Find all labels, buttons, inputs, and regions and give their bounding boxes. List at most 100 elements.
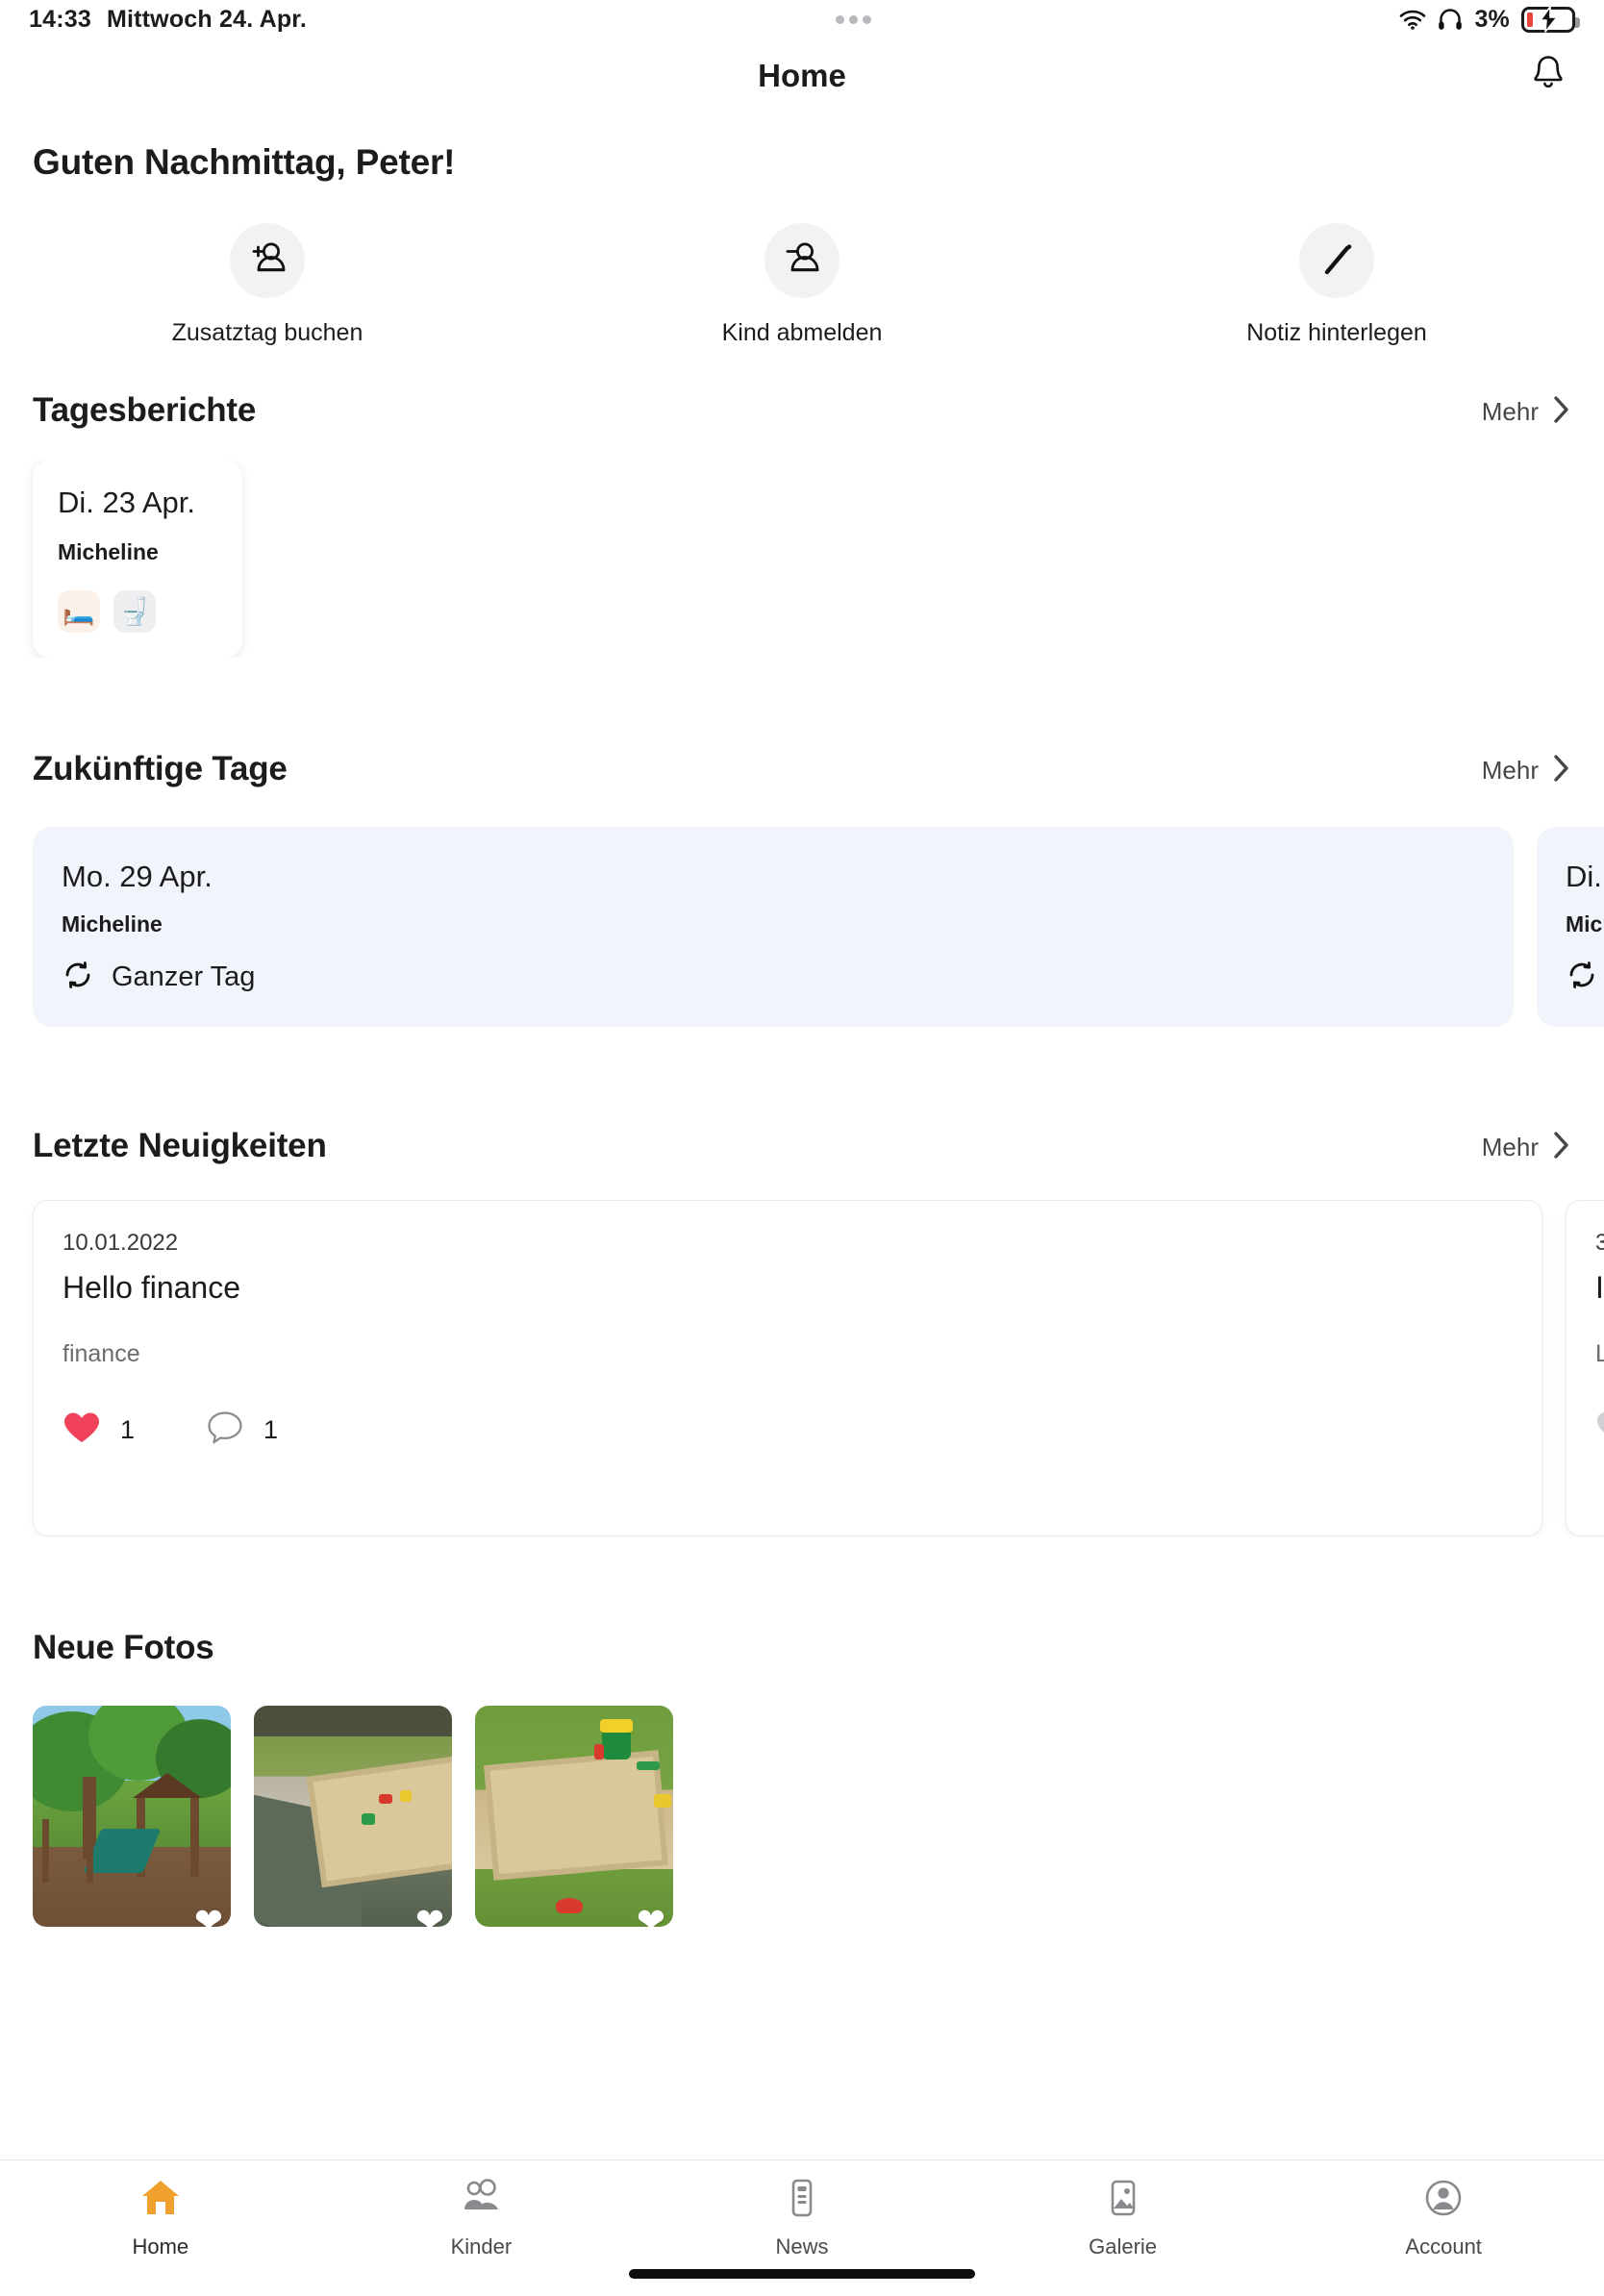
bed-emoji-icon: 🛏️ <box>58 590 100 633</box>
news-carousel[interactable]: 10.01.2022 Hello finance finance 1 1 3 I… <box>0 1200 1604 1536</box>
section-title: Letzte Neuigkeiten <box>33 1127 327 1164</box>
report-date: Di. 23 Apr. <box>58 486 196 519</box>
future-days-more-link[interactable]: Mehr <box>1482 753 1571 788</box>
toilet-emoji-icon: 🚽 <box>113 590 156 633</box>
news-like-count: 1 <box>120 1414 136 1444</box>
battery-percent-label: 3% <box>1474 5 1510 33</box>
reports-carousel[interactable]: Di. 23 Apr. Micheline 🛏️ 🚽 <box>0 461 1604 658</box>
account-person-icon <box>1422 2178 1465 2223</box>
future-day-duration: Ganzer Tag <box>112 961 256 992</box>
greeting-text: Guten Nachmittag, Peter! <box>33 142 456 182</box>
future-day-child-name: Micheline <box>62 911 163 936</box>
page-title: Home <box>758 58 846 93</box>
news-date: 10.01.2022 <box>63 1230 179 1256</box>
news-stats-row <box>1595 1410 1604 1449</box>
sync-icon <box>62 959 94 996</box>
battery-charging-icon <box>1521 6 1580 33</box>
photo-thumbnail[interactable]: ❤ <box>33 1706 231 1927</box>
future-day-child-name: Mich <box>1566 911 1604 936</box>
report-emoji-row: 🛏️ 🚽 <box>58 590 221 633</box>
photo-heart-icon: ❤ <box>414 1901 444 1928</box>
status-dots-icon <box>835 14 871 24</box>
wifi-icon <box>1399 9 1426 30</box>
section-header-future-days: Zukünftige Tage Mehr <box>0 750 1604 788</box>
reports-more-link[interactable]: Mehr <box>1482 394 1571 430</box>
future-day-duration-row <box>1566 959 1604 996</box>
photo-thumbnail[interactable]: ❤ <box>475 1706 673 1927</box>
status-time: 14:33 <box>29 5 91 33</box>
news-like-stat[interactable]: 1 <box>63 1410 135 1450</box>
headphones-icon <box>1438 8 1463 31</box>
home-indicator <box>629 2269 975 2279</box>
more-label: Mehr <box>1481 756 1539 785</box>
section-title: Zukünftige Tage <box>33 750 288 787</box>
quick-action-zusatztag-buchen[interactable]: Zusatztag buchen <box>0 223 535 347</box>
chevron-right-icon <box>1552 394 1571 430</box>
news-more-link[interactable]: Mehr <box>1482 1130 1571 1165</box>
person-remove-icon <box>764 223 840 298</box>
section-header-news: Letzte Neuigkeiten Mehr <box>0 1127 1604 1165</box>
tab-label: Kinder <box>450 2234 513 2259</box>
news-title: Hello finance <box>63 1270 240 1305</box>
more-label: Mehr <box>1481 1133 1539 1161</box>
heart-filled-icon <box>1595 1410 1604 1449</box>
tab-label: News <box>775 2234 829 2259</box>
news-body: finance <box>63 1340 140 1367</box>
quick-action-label: Kind abmelden <box>721 319 883 346</box>
news-like-stat[interactable] <box>1595 1410 1604 1449</box>
report-card[interactable]: Di. 23 Apr. Micheline 🛏️ 🚽 <box>33 461 242 658</box>
news-card[interactable]: 3 I L T <box>1566 1200 1604 1536</box>
person-add-icon <box>230 223 305 298</box>
tab-label: Galerie <box>1089 2234 1158 2259</box>
news-card[interactable]: 10.01.2022 Hello finance finance 1 1 <box>33 1200 1542 1536</box>
sync-icon <box>1566 959 1598 996</box>
news-document-icon <box>781 2178 823 2223</box>
photos-carousel[interactable]: ❤ ❤ ❤ <box>0 1706 1604 1927</box>
future-day-card[interactable]: Di. Mich <box>1537 827 1604 1027</box>
future-day-card[interactable]: Mo. 29 Apr. Micheline Ganzer Tag <box>33 827 1514 1027</box>
section-title: Neue Fotos <box>33 1629 214 1666</box>
tab-galerie[interactable]: Galerie <box>963 2178 1284 2259</box>
chevron-right-icon <box>1552 753 1571 788</box>
chevron-right-icon <box>1552 1130 1571 1165</box>
notification-bell-icon[interactable] <box>1529 53 1567 100</box>
status-bar-left: 14:33 Mittwoch 24. Apr. <box>29 6 307 34</box>
tab-kinder[interactable]: Kinder <box>321 2178 642 2259</box>
future-day-date: Di. <box>1566 860 1602 893</box>
section-title: Tagesberichte <box>33 391 257 429</box>
quick-action-label: Zusatztag buchen <box>171 319 363 346</box>
heart-filled-icon <box>63 1410 101 1450</box>
section-header-reports: Tagesberichte Mehr <box>0 391 1604 430</box>
photo-heart-icon: ❤ <box>636 1901 665 1928</box>
tab-news[interactable]: News <box>641 2178 963 2259</box>
news-body: L T <box>1595 1340 1604 1367</box>
status-bar: 14:33 Mittwoch 24. Apr. 3% <box>0 0 1604 38</box>
photo-heart-icon: ❤ <box>193 1901 223 1928</box>
future-day-duration-row: Ganzer Tag <box>62 959 1485 996</box>
quick-action-kind-abmelden[interactable]: Kind abmelden <box>535 223 1069 347</box>
quick-action-label: Notiz hinterlegen <box>1246 319 1427 346</box>
news-title: I <box>1595 1270 1604 1305</box>
future-days-carousel[interactable]: Mo. 29 Apr. Micheline Ganzer Tag Di. Mic <box>0 827 1604 1027</box>
photo-thumbnail[interactable]: ❤ <box>254 1706 452 1927</box>
tab-label: Home <box>132 2234 189 2259</box>
dynamic-island <box>307 14 1399 24</box>
status-date: Mittwoch 24. Apr. <box>106 5 308 33</box>
news-date: 3 <box>1595 1230 1604 1256</box>
status-bar-right: 3% <box>1399 5 1580 34</box>
people-icon <box>460 2178 502 2223</box>
gallery-image-icon <box>1102 2178 1144 2223</box>
tab-home[interactable]: Home <box>0 2178 321 2259</box>
bottom-tab-bar: Home Kinder News Galerie Account <box>0 2159 1604 2296</box>
section-header-photos: Neue Fotos <box>0 1629 1604 1667</box>
more-label: Mehr <box>1481 397 1539 426</box>
news-stats-row: 1 1 <box>63 1410 1513 1451</box>
news-comment-count: 1 <box>263 1414 279 1444</box>
app-screen: 14:33 Mittwoch 24. Apr. 3% Home Guten Na… <box>0 0 1604 2296</box>
navigation-bar: Home <box>0 38 1604 113</box>
report-child-name: Micheline <box>58 539 159 564</box>
comment-bubble-icon <box>206 1410 244 1451</box>
news-comment-stat[interactable]: 1 <box>206 1410 278 1451</box>
tab-account[interactable]: Account <box>1283 2178 1604 2259</box>
quick-action-notiz-hinterlegen[interactable]: Notiz hinterlegen <box>1069 223 1604 347</box>
